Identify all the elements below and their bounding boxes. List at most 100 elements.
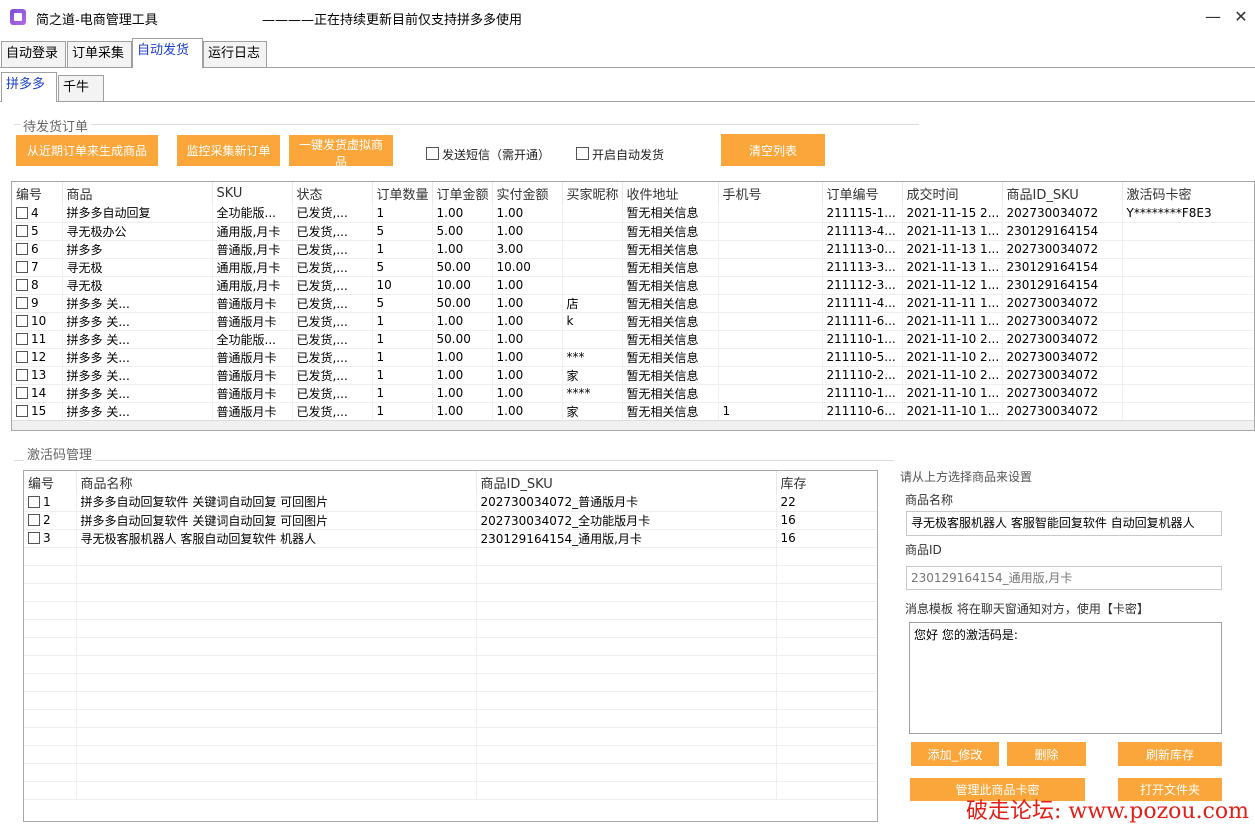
row-checkbox[interactable] xyxy=(16,387,28,399)
empty-cell xyxy=(76,763,477,782)
orders-column-header[interactable]: 买家昵称 xyxy=(562,182,623,204)
row-checkbox[interactable] xyxy=(16,261,28,273)
table-row[interactable]: 1 拼多多自动回复软件 关键词自动回复 可回图片 202730034072_普通版月… xyxy=(24,493,877,512)
orders-column-header[interactable]: 编号 xyxy=(12,182,63,204)
table-row[interactable]: 8 寻无极 通用版,月卡 已发货,... 10 10.00 1.00 暂无相关信息 211112… xyxy=(12,276,1254,295)
generate-from-orders-button[interactable]: 从近期订单来生成商品 xyxy=(16,135,158,166)
orders-column-header[interactable]: 订单金额 xyxy=(432,182,493,204)
row-checkbox[interactable] xyxy=(16,206,28,219)
table-cell: 14 xyxy=(12,384,63,403)
table-row[interactable]: 12 拼多多 关... 普通版月卡 已发货,... 1 1.00 1.00 *** 暂无相关信息… xyxy=(12,348,1254,367)
table-cell: 10 xyxy=(12,312,63,331)
activation-column-header[interactable]: 编号 xyxy=(24,471,77,493)
row-number: 4 xyxy=(31,205,39,220)
row-number: 12 xyxy=(31,350,47,364)
table-cell xyxy=(562,240,623,259)
row-checkbox[interactable] xyxy=(16,405,28,417)
table-cell: 202730034072 xyxy=(1002,402,1123,421)
table-cell: 暂无相关信息 xyxy=(622,276,719,295)
table-row[interactable]: 6 拼多多 普通版,月卡 已发货,... 1 1.00 3.00 暂无相关信息 211113-0… xyxy=(12,240,1254,259)
table-row[interactable]: 2 拼多多自动回复软件 关键词自动回复 可回图片 202730034072_全功能版… xyxy=(24,511,877,530)
refresh-stock-button[interactable]: 刷新库存 xyxy=(1118,742,1222,766)
orders-column-header[interactable]: 收件地址 xyxy=(622,182,719,204)
orders-column-header[interactable]: 商品 xyxy=(62,182,213,204)
table-row[interactable]: 3 寻无极客服机器人 客服自动回复软件 机器人 230129164154_通用版,月… xyxy=(24,529,877,548)
table-cell xyxy=(1122,312,1254,331)
orders-column-header[interactable]: 状态 xyxy=(292,182,373,204)
row-checkbox[interactable] xyxy=(16,351,28,363)
orders-column-header[interactable]: SKU xyxy=(212,182,293,204)
orders-horizontal-scrollbar[interactable] xyxy=(12,420,1254,430)
orders-column-header[interactable]: 激活码卡密 xyxy=(1122,182,1254,204)
ship-virtual-goods-button[interactable]: 一键发货虚拟商品 xyxy=(289,135,393,169)
table-cell: 寻无极办公 xyxy=(62,222,213,241)
tab-auto-ship[interactable]: 自动发货 xyxy=(132,38,203,68)
table-row[interactable]: 14 拼多多 关... 普通版月卡 已发货,... 1 1.00 1.00 **** 暂无相关信… xyxy=(12,384,1254,403)
table-cell xyxy=(562,258,623,277)
delete-button[interactable]: 删除 xyxy=(1007,742,1086,766)
subtab-qianniu[interactable]: 千牛 xyxy=(58,75,104,101)
row-checkbox[interactable] xyxy=(16,243,28,255)
table-cell: 211110-1... xyxy=(822,384,903,403)
row-checkbox[interactable] xyxy=(16,333,28,345)
empty-cell xyxy=(76,583,477,602)
table-cell: 拼多多 关... xyxy=(62,384,213,403)
activation-column-header[interactable]: 库存 xyxy=(776,471,877,493)
row-checkbox[interactable] xyxy=(28,495,40,508)
table-row[interactable]: 4 拼多多自动回复 全功能版... 已发货,... 1 1.00 1.00 暂无相关信息 211… xyxy=(12,204,1254,223)
subtab-pinduoduo[interactable]: 拼多多 xyxy=(1,72,57,102)
table-cell: 1 xyxy=(24,493,77,512)
orders-column-header[interactable]: 商品ID_SKU xyxy=(1002,182,1123,204)
row-number: 15 xyxy=(31,404,47,418)
empty-row xyxy=(24,637,877,656)
empty-cell xyxy=(476,709,777,728)
add-modify-button[interactable]: 添加_修改 xyxy=(911,742,999,766)
tab-auto-login[interactable]: 自动登录 xyxy=(1,41,66,67)
row-checkbox[interactable] xyxy=(28,532,40,544)
table-row[interactable]: 10 拼多多 关... 普通版月卡 已发货,... 1 1.00 1.00 k 暂无相关信息 21… xyxy=(12,312,1254,331)
activation-column-header[interactable]: 商品ID_SKU xyxy=(476,471,777,493)
row-checkbox[interactable] xyxy=(16,315,28,327)
table-row[interactable]: 13 拼多多 关... 普通版月卡 已发货,... 1 1.00 1.00 家暂无相关信息 21… xyxy=(12,366,1254,385)
sms-checkbox[interactable] xyxy=(426,147,439,160)
activation-table: 编号 商品名称 商品ID_SKU 库存 1 拼多多自动回复软件 关键词自动回复 可回图片… xyxy=(23,470,878,822)
table-cell: 拼多多自动回复软件 关键词自动回复 可回图片 xyxy=(76,493,477,512)
tab-run-log[interactable]: 运行日志 xyxy=(203,41,267,67)
table-cell: 暂无相关信息 xyxy=(622,312,719,331)
table-cell xyxy=(718,366,823,385)
orders-table: 编号 商品 SKU 状态 订单数量 订单金额 实付金额 买家昵称 收件地址 手机号 订单编号 成交时间… xyxy=(11,181,1255,431)
orders-column-header[interactable]: 订单数量 xyxy=(372,182,433,204)
message-template-textarea[interactable]: 您好 您的激活码是: xyxy=(909,622,1222,734)
table-row[interactable]: 9 拼多多 关... 普通版月卡 已发货,... 5 50.00 1.00 店暂无相关信息 21… xyxy=(12,294,1254,313)
table-cell xyxy=(718,258,823,277)
orders-column-header[interactable]: 成交时间 xyxy=(902,182,1003,204)
orders-column-header[interactable]: 订单编号 xyxy=(822,182,903,204)
product-name-input[interactable]: 寻无极客服机器人 客服智能回复软件 自动回复机器人 xyxy=(906,511,1222,536)
close-icon[interactable]: ✕ xyxy=(1226,6,1255,28)
orders-column-header[interactable]: 实付金额 xyxy=(492,182,563,204)
table-row[interactable]: 7 寻无极 通用版,月卡 已发货,... 5 50.00 10.00 暂无相关信息 211113… xyxy=(12,258,1254,277)
monitor-new-orders-button[interactable]: 监控采集新订单 xyxy=(177,135,280,166)
empty-cell xyxy=(476,565,777,584)
row-checkbox[interactable] xyxy=(16,297,28,309)
product-id-input[interactable]: 230129164154_通用版,月卡 xyxy=(906,566,1222,590)
orders-column-header[interactable]: 手机号 xyxy=(718,182,823,204)
empty-cell xyxy=(776,745,877,764)
table-row[interactable]: 11 拼多多 关... 全功能版... 已发货,... 1 50.00 1.00 暂无相关信息… xyxy=(12,330,1254,349)
row-checkbox[interactable] xyxy=(28,514,40,526)
table-cell xyxy=(718,222,823,241)
clear-list-button[interactable]: 清空列表 xyxy=(721,134,825,166)
table-row[interactable]: 5 寻无极办公 通用版,月卡 已发货,... 5 5.00 1.00 暂无相关信息 211113… xyxy=(12,222,1254,241)
row-checkbox[interactable] xyxy=(16,369,28,381)
row-checkbox[interactable] xyxy=(16,225,28,237)
table-cell: 2021-11-13 1... xyxy=(902,258,1003,277)
auto-ship-checkbox[interactable] xyxy=(576,147,589,160)
table-cell: 寻无极 xyxy=(62,276,213,295)
activation-column-header[interactable]: 商品名称 xyxy=(76,471,477,493)
tab-order-collect[interactable]: 订单采集 xyxy=(67,41,132,67)
row-checkbox[interactable] xyxy=(16,279,28,291)
table-cell: 1.00 xyxy=(492,294,563,313)
table-row[interactable]: 15 拼多多 关... 普通版月卡 已发货,... 1 1.00 1.00 家暂无相关信息 1 2… xyxy=(12,402,1254,421)
table-cell xyxy=(718,312,823,331)
minimize-icon[interactable]: — xyxy=(1198,6,1228,28)
